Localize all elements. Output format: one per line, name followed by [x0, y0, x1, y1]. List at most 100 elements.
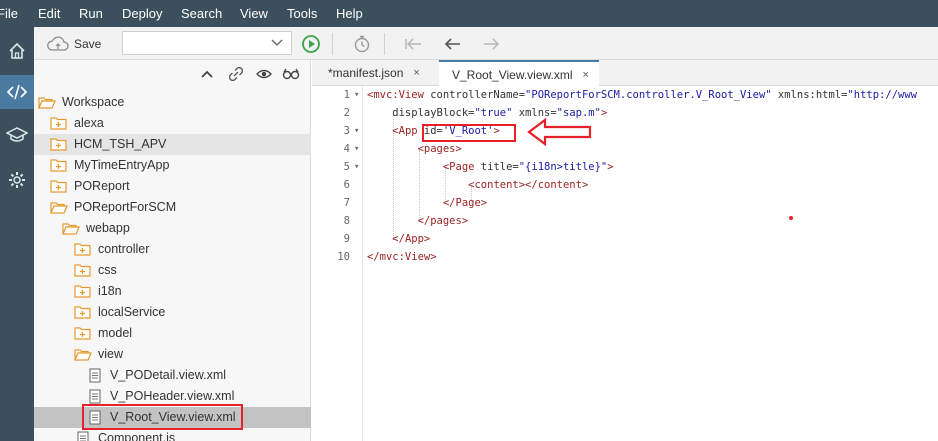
- save-button[interactable]: Save: [46, 27, 101, 60]
- tree-item-mytimeentryapp[interactable]: MyTimeEntryApp: [34, 155, 311, 176]
- close-icon[interactable]: ×: [583, 69, 589, 81]
- menu-bar: File Edit Run Deploy Search View Tools H…: [0, 0, 938, 27]
- code-token: displayBlock=: [367, 107, 475, 119]
- tree-item-alexa[interactable]: alexa: [34, 113, 311, 134]
- save-label: Save: [74, 36, 102, 51]
- tree-item-webapp[interactable]: webapp: [34, 218, 311, 239]
- menu-deploy[interactable]: Deploy: [122, 6, 162, 21]
- tree-item-workspace[interactable]: Workspace: [34, 92, 311, 113]
- code-line: </pages>: [367, 215, 469, 227]
- home-icon: [9, 42, 25, 59]
- tree-item-label: css: [98, 263, 117, 277]
- code-token: <mvc:View: [367, 89, 431, 101]
- code-token: >: [607, 161, 614, 173]
- folder-open-icon: [74, 349, 92, 361]
- tree-item-hcm-tsh-apv[interactable]: HCM_TSH_APV: [34, 134, 311, 155]
- link-with-editor-icon[interactable]: [229, 67, 243, 81]
- code-line: </mvc:View>: [367, 251, 437, 263]
- tree-item-label: Component.js: [98, 431, 176, 441]
- preferences-button[interactable]: [0, 163, 34, 197]
- code-token: xmlns:html=: [771, 89, 848, 101]
- project-folder-icon: [74, 243, 91, 256]
- project-folder-icon: [50, 117, 67, 130]
- menu-edit[interactable]: Edit: [38, 6, 60, 21]
- toolbar-separator: [384, 27, 385, 60]
- fold-toggle-icon[interactable]: ▾: [354, 144, 359, 154]
- play-circle-icon: [302, 34, 320, 53]
- code-token: </pages>: [417, 215, 469, 227]
- red-arrow-annotation: [527, 117, 592, 147]
- file-icon: [89, 389, 101, 404]
- line-number: 7: [343, 197, 350, 209]
- tab-v-root-view-xml[interactable]: V_Root_View.view.xml ×: [439, 60, 599, 87]
- development-button[interactable]: [0, 75, 34, 109]
- menu-file[interactable]: File: [0, 6, 18, 21]
- tab-manifest-json[interactable]: *manifest.json ×: [328, 60, 420, 86]
- menu-run[interactable]: Run: [79, 6, 103, 21]
- code-token: <Page: [442, 161, 481, 173]
- tree-item-i18n[interactable]: i18n: [34, 281, 311, 302]
- editor-tab-bar: *manifest.json × V_Root_View.view.xml ×: [312, 60, 938, 87]
- arrow-left-icon: [444, 37, 460, 50]
- arrow-left-bar-icon: [405, 38, 421, 49]
- id-attribute-highlight-box: [422, 124, 516, 142]
- menu-tools[interactable]: Tools: [287, 6, 317, 21]
- fold-toggle-icon[interactable]: ▾: [354, 162, 359, 172]
- gear-icon: [9, 172, 25, 188]
- code-token: </App>: [392, 233, 431, 245]
- code-token: "true": [474, 107, 513, 119]
- selection-highlight-box: [82, 404, 243, 430]
- navigate-back-button[interactable]: [443, 27, 463, 60]
- previous-edit-button[interactable]: [404, 27, 424, 60]
- tree-item-label: POReport: [74, 179, 130, 193]
- code-line: <mvc:View controllerName="POReportForSCM…: [367, 89, 917, 101]
- project-folder-icon: [50, 180, 67, 193]
- tree-toolbar: [34, 60, 311, 88]
- fold-toggle-icon[interactable]: ▾: [354, 126, 359, 136]
- tree-item-localservice[interactable]: localService: [34, 302, 311, 323]
- code-token: "POReportForSCM.controller.V_Root_View": [525, 89, 772, 101]
- tree-item-label: controller: [98, 242, 150, 256]
- glasses-icon[interactable]: [282, 67, 300, 81]
- tree-item-poreport[interactable]: POReport: [34, 176, 311, 197]
- run-button[interactable]: [301, 27, 321, 60]
- run-configuration-select[interactable]: [122, 31, 292, 55]
- stopwatch-icon: [354, 35, 370, 52]
- file-icon: [89, 368, 101, 383]
- eye-icon[interactable]: [256, 67, 272, 81]
- line-number: 6: [343, 179, 350, 191]
- close-icon[interactable]: ×: [413, 67, 419, 79]
- tree-item-v-podetail-view-xml[interactable]: V_PODetail.view.xml: [34, 365, 311, 386]
- collapse-all-icon[interactable]: [201, 70, 213, 78]
- code-line: <pages>: [367, 143, 462, 155]
- tree-item-label: MyTimeEntryApp: [74, 158, 170, 172]
- tree-item-controller[interactable]: controller: [34, 239, 311, 260]
- tree-item-label: HCM_TSH_APV: [74, 137, 167, 151]
- menu-help[interactable]: Help: [336, 6, 363, 21]
- fold-toggle-icon[interactable]: ▾: [354, 90, 359, 100]
- tree-item-poreportforscm[interactable]: POReportForSCM: [34, 197, 311, 218]
- line-number: 10: [337, 251, 350, 263]
- tree-item-css[interactable]: css: [34, 260, 311, 281]
- code-token: <App: [392, 125, 424, 137]
- code-token: >: [600, 107, 608, 119]
- code-line: <content></content>: [367, 179, 588, 191]
- line-number-gutter: 1 ▾ 2 3 ▾ 4 ▾ 5 ▾ 6 7 8 9 10: [312, 86, 362, 441]
- menu-search[interactable]: Search: [181, 6, 222, 21]
- workspace-tree-panel: Workspace alexa HCM_TSH_APV MyTimeEntryApp P…: [34, 60, 311, 441]
- tree-item-view[interactable]: view: [34, 344, 311, 365]
- run-timer-button[interactable]: [352, 27, 372, 60]
- code-token: title=: [480, 161, 519, 173]
- code-token: controllerName=: [430, 89, 526, 101]
- red-dot-mark: [789, 216, 793, 220]
- menu-view[interactable]: View: [240, 6, 268, 21]
- tree-item-model[interactable]: model: [34, 323, 311, 344]
- file-icon: [77, 431, 89, 441]
- navigate-forward-button[interactable]: [481, 27, 501, 60]
- learning-button[interactable]: [0, 118, 34, 152]
- home-button[interactable]: [0, 34, 34, 68]
